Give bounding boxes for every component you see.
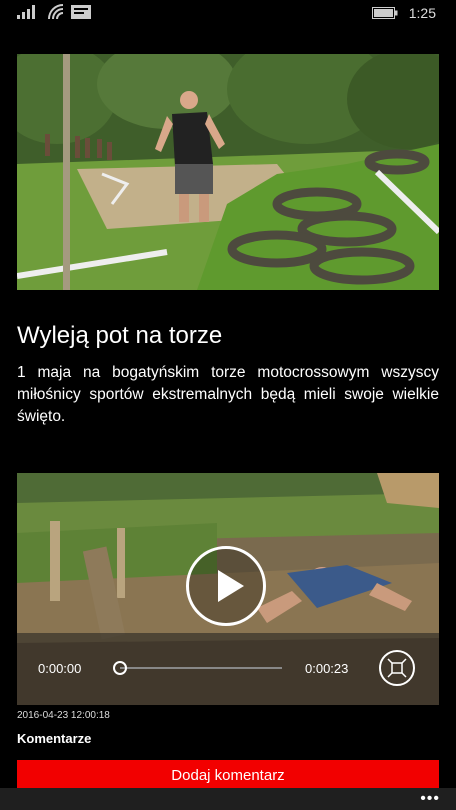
current-time: 0:00:00 <box>38 661 82 676</box>
progress-thumb[interactable] <box>113 661 127 675</box>
comments-heading: Komentarze <box>17 731 92 746</box>
battery-icon <box>372 7 398 19</box>
fullscreen-icon <box>387 658 407 678</box>
status-bar: 1:25 <box>0 0 456 26</box>
wifi-icon <box>48 4 64 20</box>
signal-icon <box>17 5 35 19</box>
video-controls: 0:00:00 0:00:23 <box>17 633 439 705</box>
progress-track[interactable] <box>120 667 282 669</box>
app-bar: ••• <box>0 788 456 810</box>
publish-date: 2016-04-23 12:00:18 <box>17 710 110 721</box>
more-icon[interactable]: ••• <box>420 790 440 808</box>
runner-photo <box>17 54 439 290</box>
message-icon <box>71 5 91 19</box>
video-player[interactable]: 0:00:00 0:00:23 <box>17 473 439 705</box>
article-title: Wyleją pot na torze <box>17 322 223 349</box>
article-lead: 1 maja na bogatyńskim torze motocrossowy… <box>17 364 439 425</box>
clock: 1:25 <box>408 5 436 21</box>
play-icon <box>218 570 244 602</box>
fullscreen-button[interactable] <box>379 650 415 686</box>
duration: 0:00:23 <box>305 661 349 676</box>
play-button[interactable] <box>186 546 266 626</box>
article-hero-image[interactable] <box>17 54 439 290</box>
